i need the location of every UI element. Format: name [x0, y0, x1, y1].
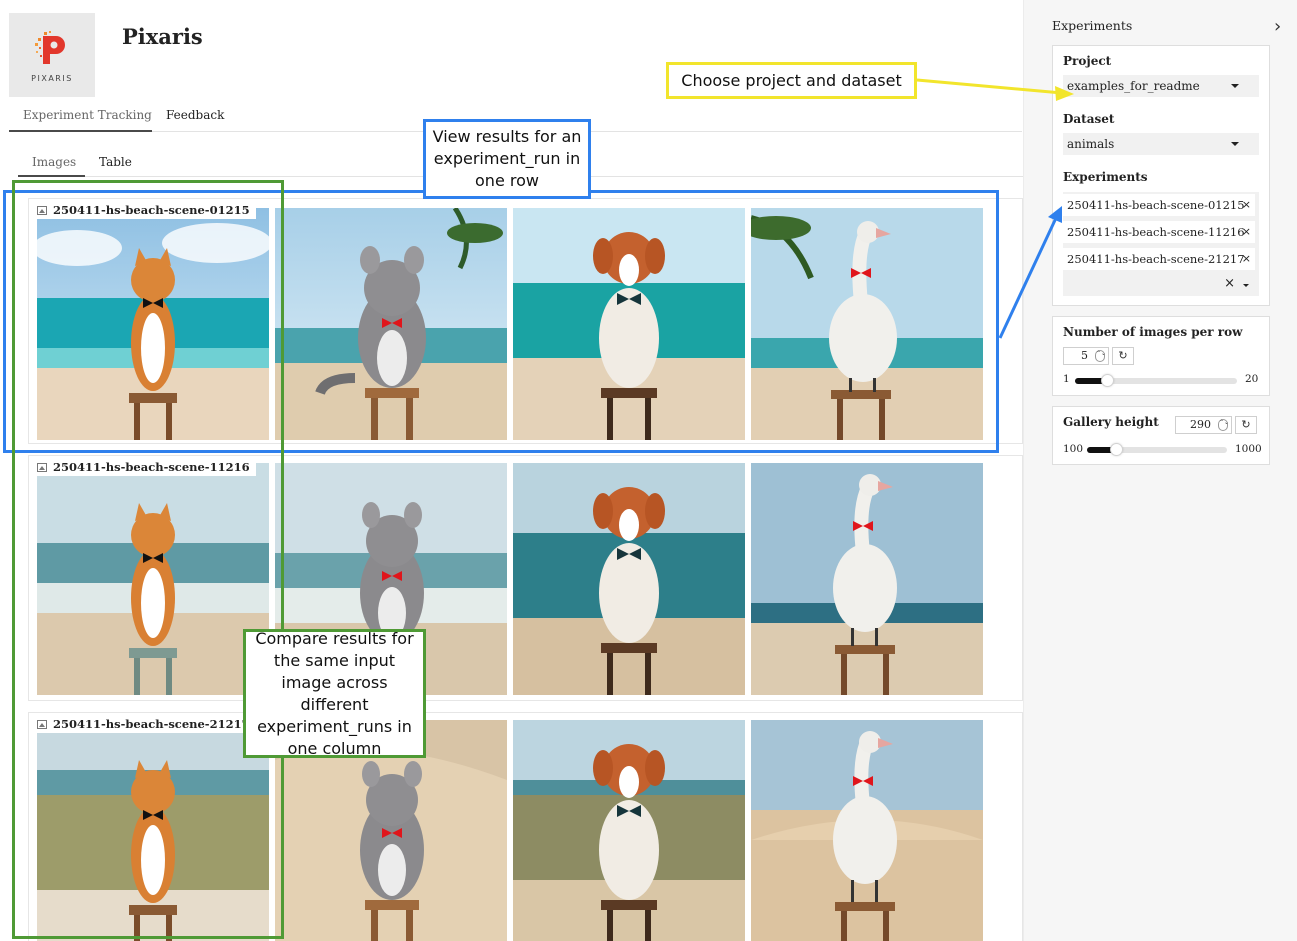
- experiment-chip-label: 250411-hs-beach-scene-21217: [1067, 252, 1245, 266]
- remove-icon[interactable]: ×: [1242, 194, 1251, 216]
- annotation-row: View results for an experiment_run in on…: [423, 119, 591, 199]
- stepper-icon[interactable]: ⌃⌄: [1218, 419, 1229, 431]
- gallery-image-dog[interactable]: [513, 463, 745, 695]
- experiment-chip-label: 250411-hs-beach-scene-01215: [1067, 198, 1245, 212]
- run-name: 250411-hs-beach-scene-01215: [53, 203, 250, 217]
- slider-max-label: 1000: [1235, 443, 1262, 455]
- chevron-right-icon[interactable]: ›: [1274, 16, 1281, 37]
- gallery-row[interactable]: 250411-hs-beach-scene-11216: [28, 455, 1023, 701]
- gallery-row[interactable]: 250411-hs-beach-scene-01215: [28, 198, 1023, 444]
- app-root: PIXARIS Pixaris Experiment Tracking Feed…: [0, 0, 1297, 941]
- images-per-row-value: 5: [1081, 349, 1088, 362]
- gallery-image-chinchilla[interactable]: [275, 208, 507, 440]
- image-icon: [37, 719, 47, 729]
- stepper-icon[interactable]: ⌃⌄: [1095, 350, 1106, 362]
- image-icon: [37, 205, 47, 215]
- sidebar: Experiments › Project examples_for_readm…: [1023, 0, 1297, 941]
- gallery-image-cat[interactable]: [37, 463, 269, 695]
- gallery-row[interactable]: 250411-hs-beach-scene-21217: [28, 712, 1023, 941]
- project-select[interactable]: examples_for_readme: [1063, 75, 1259, 97]
- project-label: Project: [1063, 54, 1112, 68]
- gallery-image-dog[interactable]: [513, 208, 745, 440]
- experiment-chip: 250411-hs-beach-scene-21217 ×: [1063, 248, 1255, 270]
- gallery-height-label: Gallery height: [1063, 415, 1159, 429]
- clear-all-icon[interactable]: ×: [1224, 276, 1235, 291]
- images-per-row-card: Number of images per row 5 ⌃⌄ ↻ 1 20: [1052, 316, 1270, 396]
- dataset-select-value: animals: [1067, 137, 1115, 151]
- experiments-label: Experiments: [1063, 170, 1148, 184]
- annotation-project-dataset: Choose project and dataset: [666, 62, 917, 99]
- experiment-chip-label: 250411-hs-beach-scene-11216: [1067, 225, 1245, 239]
- images-per-row-label: Number of images per row: [1063, 325, 1243, 339]
- gallery-height-slider[interactable]: [1087, 443, 1227, 456]
- sidebar-title: Experiments: [1052, 18, 1133, 33]
- run-label: 250411-hs-beach-scene-11216: [35, 458, 256, 476]
- run-label: 250411-hs-beach-scene-21217: [35, 715, 256, 733]
- images-per-row-input[interactable]: 5 ⌃⌄: [1063, 347, 1109, 365]
- dataset-label: Dataset: [1063, 112, 1115, 126]
- run-name: 250411-hs-beach-scene-11216: [53, 460, 250, 474]
- gallery-image-cat[interactable]: [37, 208, 269, 440]
- tab-feedback[interactable]: Feedback: [166, 108, 224, 132]
- slider-thumb[interactable]: [1101, 374, 1114, 387]
- reset-icon[interactable]: ↻: [1235, 416, 1257, 434]
- gallery-image-goose[interactable]: [751, 720, 983, 941]
- chevron-down-icon: [1231, 142, 1239, 146]
- image-icon: [37, 462, 47, 472]
- run-label: 250411-hs-beach-scene-01215: [35, 201, 256, 219]
- gallery-image-goose[interactable]: [751, 463, 983, 695]
- tab-images[interactable]: Images: [18, 155, 85, 177]
- tab-experiment-tracking[interactable]: Experiment Tracking: [9, 108, 152, 132]
- run-name: 250411-hs-beach-scene-21217: [53, 717, 250, 731]
- annotation-column: Compare results for the same input image…: [243, 629, 426, 758]
- gallery-image-goose[interactable]: [751, 208, 983, 440]
- gallery-height-value: 290: [1190, 418, 1211, 431]
- chevron-down-icon[interactable]: [1243, 284, 1249, 287]
- images-per-row-slider[interactable]: [1075, 374, 1237, 387]
- experiment-chip: 250411-hs-beach-scene-11216 ×: [1063, 221, 1255, 243]
- gallery-height-card: Gallery height 290 ⌃⌄ ↻ 100 1000: [1052, 406, 1270, 465]
- slider-min-label: 100: [1063, 443, 1084, 455]
- tab-table[interactable]: Table: [99, 155, 132, 177]
- app-logo: PIXARIS: [9, 13, 95, 97]
- app-title: Pixaris: [122, 24, 203, 49]
- chevron-down-icon: [1231, 84, 1239, 88]
- project-select-value: examples_for_readme: [1067, 79, 1200, 93]
- slider-min-label: 1: [1063, 373, 1070, 385]
- gallery-image-cat[interactable]: [37, 720, 269, 941]
- experiment-chip: 250411-hs-beach-scene-01215 ×: [1063, 194, 1255, 216]
- remove-icon[interactable]: ×: [1242, 248, 1251, 270]
- selection-card: Project examples_for_readme Dataset anim…: [1052, 45, 1270, 306]
- gallery-image-dog[interactable]: [513, 720, 745, 941]
- remove-icon[interactable]: ×: [1242, 221, 1251, 243]
- slider-max-label: 20: [1245, 373, 1259, 385]
- experiments-multiselect[interactable]: 250411-hs-beach-scene-01215 × 250411-hs-…: [1063, 192, 1259, 296]
- slider-thumb[interactable]: [1110, 443, 1123, 456]
- pixaris-logo-icon: [35, 30, 65, 64]
- dataset-select[interactable]: animals: [1063, 133, 1259, 155]
- reset-icon[interactable]: ↻: [1112, 347, 1134, 365]
- gallery-height-input[interactable]: 290 ⌃⌄: [1175, 416, 1232, 434]
- logo-wordmark: PIXARIS: [31, 73, 73, 83]
